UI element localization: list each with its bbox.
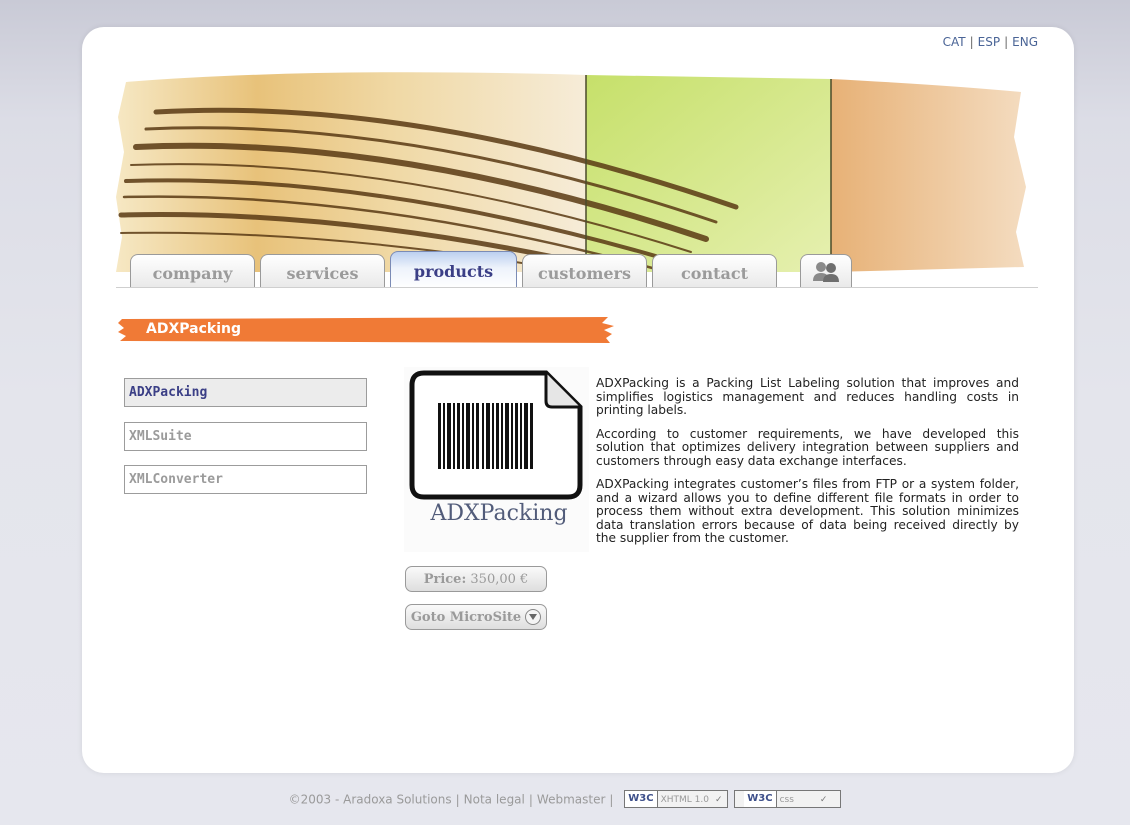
price-value: 350,00 € <box>470 572 529 587</box>
description-paragraph: ADXPacking is a Packing List Labeling so… <box>596 376 1019 417</box>
price-button[interactable]: Price: 350,00 € <box>405 566 547 592</box>
tab-services[interactable]: services <box>260 254 385 288</box>
xhtml-label: XHTML 1.0 <box>660 795 709 805</box>
users-icon <box>811 260 841 282</box>
tab-label: company <box>152 264 233 283</box>
check-icon: ✓ <box>819 795 828 805</box>
page-card: CAT | ESP | ENG company services product… <box>82 27 1074 773</box>
section-title-bar: ADXPacking <box>118 317 618 343</box>
lang-cat-link[interactable]: CAT <box>943 35 966 49</box>
product-image: ADXPacking <box>404 367 589 552</box>
w3c-logo: W3C <box>625 791 658 807</box>
sidebar-item-label: ADXPacking <box>129 385 208 400</box>
w3c-xhtml-badge[interactable]: W3C XHTML 1.0 ✓ <box>624 790 728 808</box>
description-paragraph: According to customer requirements, we h… <box>596 426 1019 468</box>
tab-label: customers <box>538 264 631 283</box>
footer-separator: | <box>528 792 533 807</box>
w3c-css-badge[interactable]: W3C css ✓ <box>734 790 842 808</box>
microsite-label: Goto MicroSite <box>410 610 522 625</box>
copyright-text: ©2003 - Aradoxa Solutions <box>288 792 452 807</box>
tab-contact[interactable]: contact <box>652 254 777 288</box>
product-logo-text: ADXPacking <box>430 501 568 526</box>
section-title: ADXPacking <box>146 321 241 337</box>
tab-products[interactable]: products <box>390 251 517 288</box>
css-label: css <box>779 795 794 805</box>
footer: ©2003 - Aradoxa Solutions | Nota legal | Web… <box>0 790 1130 809</box>
lang-esp-link[interactable]: ESP <box>978 35 1000 49</box>
w3c-logo: W3C <box>744 791 777 807</box>
footer-separator: | <box>455 792 460 807</box>
tab-users[interactable] <box>800 254 852 288</box>
lang-eng-link[interactable]: ENG <box>1012 35 1038 49</box>
lang-separator: | <box>1004 35 1009 49</box>
main-nav-tabs: company services products customers cont… <box>130 250 1030 288</box>
lang-separator: | <box>969 35 974 49</box>
barcode-label-icon <box>409 370 583 500</box>
tab-label: contact <box>681 264 748 283</box>
description-paragraph: ADXPacking integrates customer’s files f… <box>596 477 1019 545</box>
footer-separator: | <box>609 792 614 807</box>
webmaster-link[interactable]: Webmaster <box>537 793 605 807</box>
sidebar-item-adxpacking[interactable]: ADXPacking <box>124 378 367 407</box>
tab-label: products <box>413 262 494 281</box>
sidebar-item-label: XMLConverter <box>129 472 223 487</box>
tab-label: services <box>286 264 359 283</box>
tab-customers[interactable]: customers <box>522 254 647 288</box>
tab-baseline <box>116 287 1038 288</box>
tab-company[interactable]: company <box>130 254 255 288</box>
price-label: Price: <box>423 572 467 587</box>
chevron-down-icon <box>525 608 542 625</box>
goto-microsite-button[interactable]: Goto MicroSite <box>405 604 547 630</box>
sidebar-item-xmlconverter[interactable]: XMLConverter <box>124 465 367 494</box>
sidebar-item-label: XMLSuite <box>129 429 192 444</box>
sidebar-item-xmlsuite[interactable]: XMLSuite <box>124 422 367 451</box>
check-icon: ✓ <box>715 795 723 805</box>
product-description: ADXPacking is a Packing List Labeling so… <box>596 376 1019 556</box>
language-switcher: CAT | ESP | ENG <box>943 35 1038 49</box>
legal-link[interactable]: Nota legal <box>464 793 525 807</box>
